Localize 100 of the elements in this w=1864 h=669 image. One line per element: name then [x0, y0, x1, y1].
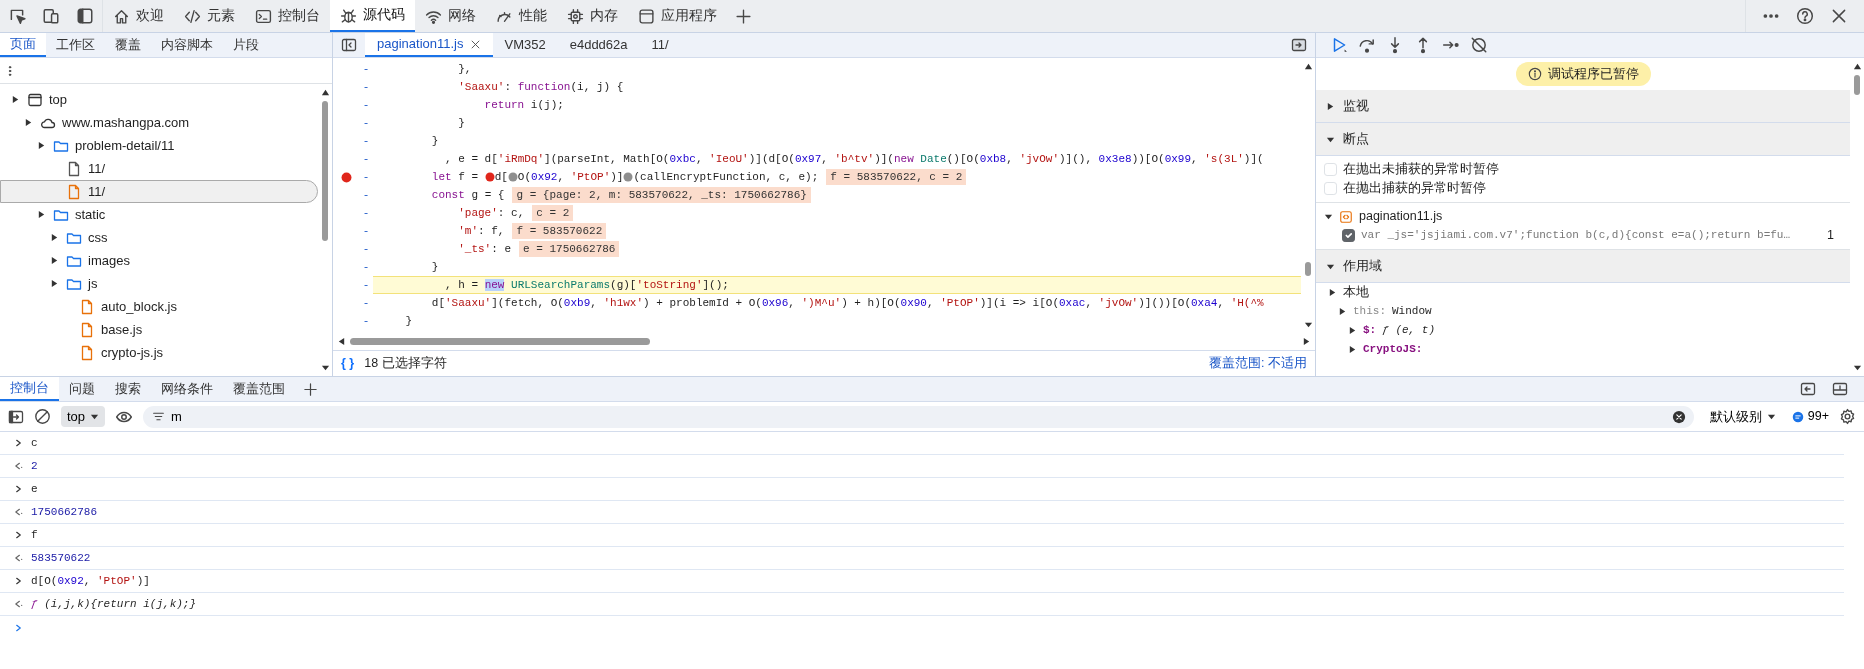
navigator-tab[interactable]: 覆盖 [105, 33, 151, 57]
breakpoint-file-name[interactable]: pagination11.js [1359, 207, 1443, 226]
line-marker[interactable]: - [359, 294, 373, 312]
expand-arrow-icon[interactable] [24, 118, 33, 127]
line-marker[interactable]: - [359, 276, 373, 294]
expand-arrow-icon[interactable] [1348, 345, 1357, 354]
scroll-down-icon[interactable] [1303, 320, 1313, 329]
expand-arrow-icon[interactable] [11, 95, 20, 104]
tree-item[interactable]: www.mashangpa.com [0, 111, 318, 134]
filter-field[interactable]: m [143, 405, 1694, 428]
sidebar-toggle-icon[interactable] [8, 408, 24, 425]
line-marker[interactable]: - [359, 60, 373, 78]
scroll-thumb[interactable] [1854, 75, 1860, 95]
scroll-up-icon[interactable] [320, 88, 330, 97]
tree-item[interactable]: crypto-js.js [0, 341, 318, 364]
line-marker[interactable]: - [359, 150, 373, 168]
plus-icon[interactable] [303, 381, 318, 397]
device-icon[interactable] [42, 7, 60, 25]
line-marker[interactable]: - [359, 168, 373, 186]
scroll-down-icon[interactable] [320, 363, 330, 372]
caret-icon[interactable] [1766, 412, 1776, 421]
navigator-tab[interactable]: 片段 [223, 33, 269, 57]
property-name[interactable]: this: [1353, 303, 1386, 320]
file-tab[interactable]: e4ddd62a [557, 33, 640, 57]
scroll-up-icon[interactable] [1852, 62, 1862, 71]
step-over-icon[interactable] [1358, 36, 1376, 54]
tree-item[interactable]: problem-detail/11 [0, 134, 318, 157]
panel-tab[interactable]: 性能 [486, 0, 557, 32]
pretty-print-button[interactable]: { } [341, 354, 355, 373]
panel-tab[interactable]: 元素 [174, 0, 245, 32]
tree-item[interactable]: top [0, 88, 318, 111]
caret-icon[interactable] [90, 412, 100, 421]
inspect-icon[interactable] [8, 7, 26, 25]
panel-tab[interactable]: 应用程序 [628, 0, 727, 32]
expand-arrow-icon[interactable] [37, 210, 46, 219]
clear-icon[interactable] [1671, 409, 1686, 424]
log-level-dropdown[interactable]: 默认级别 [1703, 405, 1782, 428]
panel-tab[interactable]: 内存 [557, 0, 628, 32]
tree-item[interactable]: base.js [0, 318, 318, 341]
breakpoint-marker-icon[interactable] [484, 172, 495, 182]
line-marker[interactable]: - [359, 240, 373, 258]
tree-item[interactable]: auto_block.js [0, 295, 318, 318]
scroll-down-icon[interactable] [1852, 363, 1862, 372]
file-tab[interactable]: VM352 [492, 33, 558, 57]
close-icon[interactable] [469, 38, 481, 50]
scroll-up-icon[interactable] [1303, 62, 1313, 71]
line-marker[interactable]: - [359, 312, 373, 330]
breakpoint-marker-icon[interactable] [507, 172, 518, 182]
sidebar-toggle-icon[interactable] [1291, 37, 1307, 53]
expand-arrow-icon[interactable] [1328, 288, 1337, 297]
sidebar-toggle-icon[interactable] [341, 37, 357, 53]
line-marker[interactable]: - [359, 78, 373, 96]
property-name[interactable]: 本地 [1343, 283, 1369, 302]
line-marker[interactable]: - [359, 204, 373, 222]
drawer-tab[interactable]: 搜索 [105, 377, 151, 401]
expand-arrow-icon[interactable] [1326, 101, 1335, 111]
context-dropdown[interactable]: top [61, 405, 106, 428]
breakpoint-marker-icon[interactable] [623, 172, 634, 182]
dock-bottom-icon[interactable] [1832, 381, 1848, 397]
expand-arrow-icon[interactable] [37, 141, 46, 150]
drawer-tab[interactable]: 网络条件 [151, 377, 223, 401]
panel-tab[interactable]: 控制台 [245, 0, 330, 32]
expand-arrow-icon[interactable] [1348, 326, 1357, 335]
panel-tab[interactable]: 网络 [415, 0, 486, 32]
line-marker[interactable]: - [359, 96, 373, 114]
tree-item[interactable]: static [0, 203, 318, 226]
panel-tab[interactable]: 欢迎 [103, 0, 174, 32]
plus-icon[interactable] [735, 7, 752, 25]
line-marker[interactable]: - [359, 186, 373, 204]
expand-arrow-icon[interactable] [50, 233, 59, 242]
line-marker[interactable]: - [359, 258, 373, 276]
section-header[interactable]: 作用域 [1343, 256, 1382, 276]
tree-item[interactable]: 11/ [0, 157, 318, 180]
expand-arrow-icon[interactable] [1338, 307, 1347, 316]
prompt-chevron-icon[interactable] [14, 622, 23, 633]
close-icon[interactable] [1830, 7, 1848, 25]
scroll-right-icon[interactable] [1302, 337, 1311, 346]
expand-arrow-icon[interactable] [50, 279, 59, 288]
expand-arrow-icon[interactable] [50, 256, 59, 265]
clear-console-icon[interactable] [34, 408, 51, 425]
collapse-arrow-icon[interactable] [1324, 212, 1333, 221]
coverage-link[interactable]: 覆盖范围: 不适用 [1209, 354, 1307, 373]
undock-icon[interactable] [1800, 381, 1816, 397]
file-tab[interactable]: pagination11.js [365, 33, 493, 57]
navigator-tab[interactable]: 工作区 [46, 33, 105, 57]
drawer-tab[interactable]: 控制台 [0, 377, 59, 401]
drawer-tab[interactable]: 覆盖范围 [223, 377, 295, 401]
scroll-left-icon[interactable] [337, 337, 346, 346]
tree-item[interactable]: css [0, 226, 318, 249]
breakpoint-code[interactable]: var _js='jsjiami.com.v7';function b(c,d){const e=a();return b=fu… [1361, 227, 1791, 244]
scroll-thumb[interactable] [1305, 262, 1311, 276]
scroll-thumb[interactable] [322, 101, 328, 241]
panel-tab[interactable]: 源代码 [330, 0, 415, 32]
breakpoint-icon[interactable] [340, 171, 352, 183]
property-name[interactable]: CryptoJS: [1363, 341, 1423, 358]
file-tab[interactable]: 11/ [639, 33, 681, 57]
section-header[interactable]: 监视 [1343, 96, 1369, 116]
drawer-tab[interactable]: 问题 [59, 377, 105, 401]
tree-item[interactable]: js [0, 272, 318, 295]
navigator-tab[interactable]: 内容脚本 [151, 33, 223, 57]
